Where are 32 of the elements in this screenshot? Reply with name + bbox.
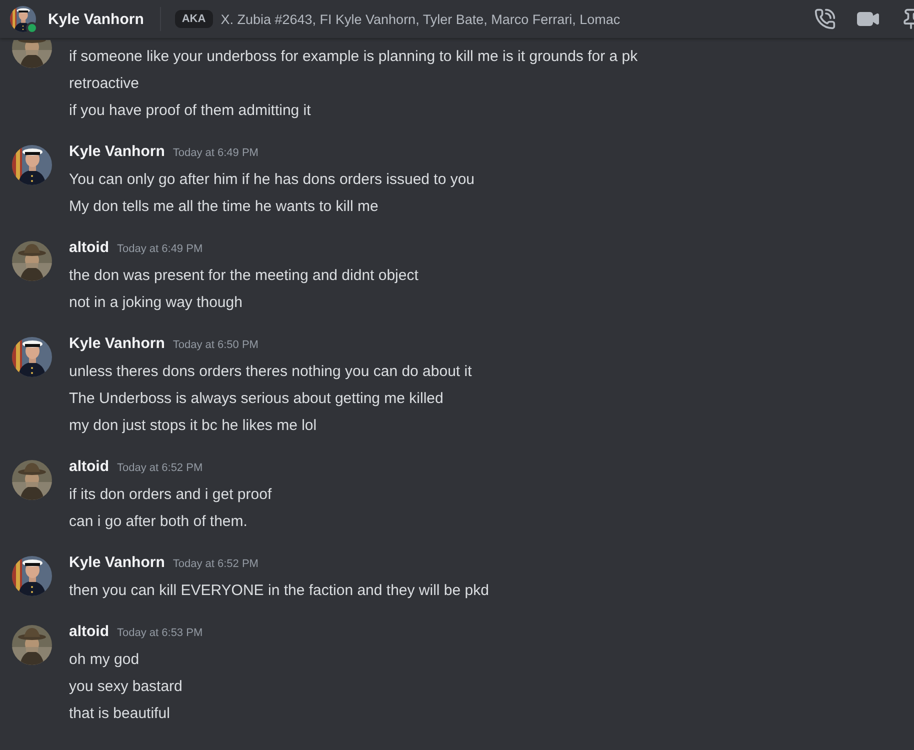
message-text: if someone like your underboss for example is planning to kill me is it grounds for a pk <box>69 47 638 67</box>
contact-name: Kyle Vanhorn <box>48 10 144 28</box>
message-text: can i go after both of them. <box>69 512 248 532</box>
message-text: that is beautiful <box>69 704 171 724</box>
message-text: retroactive <box>69 74 140 94</box>
timestamp: Today at 6:49 PM <box>172 147 258 159</box>
timestamp: Today at 6:53 PM <box>117 627 203 639</box>
message-text: unless theres dons orders theres nothing you can do about it <box>69 362 472 382</box>
message-text: if its don orders and i get proof <box>69 485 272 505</box>
message-text: you sexy bastard <box>69 677 184 697</box>
message-text: the don was present for the meeting and didnt object <box>69 266 418 286</box>
author-name[interactable]: Kyle Vanhorn <box>69 143 165 160</box>
author-name[interactable]: Kyle Vanhorn <box>69 554 165 571</box>
author-name[interactable]: altoid <box>69 239 109 256</box>
message-text: then you can kill EVERYONE in the faction and they will be pkd <box>69 581 489 601</box>
timestamp: Today at 6:52 PM <box>172 558 258 570</box>
message-text: oh my god <box>69 650 140 670</box>
timestamp: Today at 6:50 PM <box>172 339 258 351</box>
timestamp: Today at 6:52 PM <box>117 462 203 474</box>
aka-names: X. Zubia #2643, FI Kyle Vanhorn, Tyler Bate, Marco Ferrari, Lomac <box>220 12 620 26</box>
author-name[interactable]: altoid <box>69 458 109 475</box>
message-text: not in a joking way though <box>69 293 244 313</box>
message-text: You can only go after him if he has dons orders issued to you <box>69 170 475 190</box>
phone-icon[interactable] <box>814 8 836 30</box>
message-text: my don just stops it bc he likes me lol <box>69 416 318 436</box>
message-text: My don tells me all the time he wants to kill me <box>69 197 380 217</box>
author-name[interactable]: Kyle Vanhorn <box>69 335 165 352</box>
message-text: The Underboss is always serious about getting me killed <box>69 389 444 409</box>
timestamp: Today at 6:49 PM <box>117 243 203 255</box>
aka-tag: AKA <box>174 10 213 28</box>
message-text: if you have proof of them admitting it <box>69 101 312 121</box>
author-name[interactable]: altoid <box>69 623 109 640</box>
